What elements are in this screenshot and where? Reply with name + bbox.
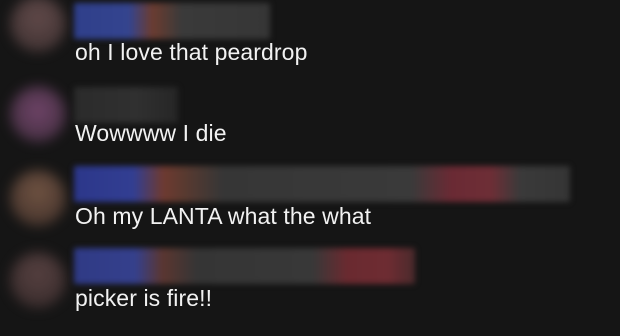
comment-item: Oh my LANTA what the what [0, 164, 620, 248]
comment-text: oh I love that peardrop [75, 39, 308, 65]
blurred-username[interactable] [74, 248, 415, 284]
user-avatar[interactable] [10, 0, 66, 52]
user-avatar[interactable] [10, 86, 66, 142]
comment-item: oh I love that peardrop [0, 0, 620, 84]
blurred-username[interactable] [74, 3, 270, 39]
user-avatar[interactable] [10, 252, 66, 308]
blurred-username[interactable] [74, 166, 570, 202]
user-avatar[interactable] [10, 170, 66, 226]
comment-item: Wowwww I die [0, 82, 620, 166]
comment-item: picker is fire!! [0, 246, 620, 330]
comment-text: picker is fire!! [75, 285, 213, 311]
comment-text: Wowwww I die [75, 120, 227, 146]
comment-text: Oh my LANTA what the what [75, 203, 372, 229]
blurred-username[interactable] [74, 87, 178, 123]
comment-thread: oh I love that peardrop Wowwww I die Oh … [0, 0, 620, 336]
